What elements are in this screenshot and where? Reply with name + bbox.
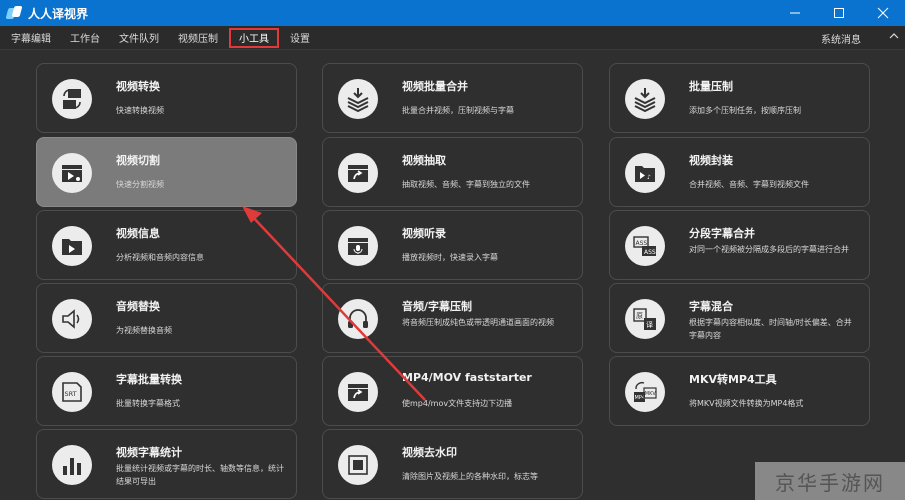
tool-title: 字幕批量转换: [116, 373, 182, 386]
tool-desc: 对同一个视频被分隔成多段后的字幕进行合并: [689, 245, 849, 254]
app-logo-icon: [5, 5, 23, 21]
tool-title: 视频抽取: [402, 154, 446, 167]
svg-text:MKV: MKV: [645, 391, 657, 397]
tool-title: 视频信息: [116, 227, 160, 240]
tool-title: 视频批量合并: [402, 80, 468, 93]
tool-title: 视频去水印: [402, 446, 457, 459]
menu-tools[interactable]: 小工具: [229, 27, 279, 48]
title-bar: 人人译视界: [0, 0, 905, 26]
tool-card-video-transcribe[interactable]: 视频听录 播放视频时，快速录入字幕: [322, 210, 583, 280]
tool-card-batch-merge[interactable]: 视频批量合并 批量合并视频，压制视频与字幕: [322, 63, 583, 133]
svg-text:SRT: SRT: [65, 390, 77, 398]
tool-desc: 将MKV视频文件转换为MP4格式: [689, 399, 804, 408]
subtitle-merge-icon: ASS ASS: [625, 226, 665, 266]
svg-text:♪: ♪: [647, 174, 651, 181]
batch-merge-icon: [338, 79, 378, 119]
subtitle-convert-icon: SRT: [52, 372, 92, 412]
window-controls: [773, 0, 905, 26]
tool-desc: 清除图片及视频上的各种水印，标志等: [402, 472, 538, 481]
maximize-button[interactable]: [817, 0, 861, 26]
tool-card-watermark-remove[interactable]: 视频去水印 清除图片及视频上的各种水印，标志等: [322, 429, 583, 499]
tool-desc: 快速转换视频: [116, 106, 164, 115]
tool-title: 分段字幕合并: [689, 227, 755, 240]
tool-card-subtitle-stats[interactable]: 视频字幕统计 批量统计视频或字幕的时长、轴数等信息，统计结果可导出: [36, 429, 297, 499]
menu-settings[interactable]: 设置: [282, 28, 318, 48]
tool-title: 视频封装: [689, 154, 733, 167]
audio-replace-icon: [52, 299, 92, 339]
chevron-up-icon[interactable]: [889, 31, 899, 44]
app-title: 人人译视界: [28, 6, 89, 21]
svg-text:原: 原: [636, 312, 643, 320]
audio-subtitle-compress-icon: [338, 299, 378, 339]
video-package-icon: ♪: [625, 153, 665, 193]
close-button[interactable]: [861, 0, 905, 26]
tool-card-video-convert[interactable]: 视频转换 快速转换视频: [36, 63, 297, 133]
tool-card-batch-compress[interactable]: 批量压制 添加多个压制任务，按顺序压制: [609, 63, 870, 133]
tool-title: 视频字幕统计: [116, 446, 182, 459]
tool-desc: 批量合并视频，压制视频与字幕: [402, 106, 514, 115]
subtitle-stats-icon: [52, 445, 92, 485]
tool-desc: 为视频替换音频: [116, 326, 172, 335]
tool-title: 视频转换: [116, 80, 160, 93]
tool-title: 视频切割: [116, 154, 160, 167]
tool-card-video-package[interactable]: ♪ 视频封装 合并视频、音频、字幕到视频文件: [609, 137, 870, 207]
minimize-button[interactable]: [773, 0, 817, 26]
batch-compress-icon: [625, 79, 665, 119]
tool-title: MP4/MOV faststarter: [402, 371, 532, 384]
tool-card-video-cut[interactable]: 视频切割 快速分割视频: [36, 137, 297, 207]
tool-title: 字幕混合: [689, 300, 733, 313]
svg-text:ASS: ASS: [644, 249, 656, 256]
video-extract-icon: [338, 153, 378, 193]
close-icon: [877, 7, 889, 19]
menu-bar: 字幕编辑 工作台 文件队列 视频压制 小工具 设置 系统消息: [0, 26, 905, 50]
tool-desc: 播放视频时，快速录入字幕: [402, 253, 498, 262]
tool-card-subtitle-merge[interactable]: ASS ASS 分段字幕合并 对同一个视频被分隔成多段后的字幕进行合并: [609, 210, 870, 280]
tool-desc: 添加多个压制任务，按顺序压制: [689, 106, 801, 115]
watermark-remove-icon: [338, 445, 378, 485]
tool-card-subtitle-mix[interactable]: 原译 字幕混合 根据字幕内容相似度、时间轴/时长偏差、合并字幕内容: [609, 283, 870, 353]
svg-text:ASS: ASS: [636, 240, 648, 247]
video-cut-icon: [52, 153, 92, 193]
minimize-icon: [790, 12, 800, 14]
faststarter-icon: [338, 372, 378, 412]
tool-card-mkv-to-mp4[interactable]: MP4 MKV MKV转MP4工具 将MKV视频文件转换为MP4格式: [609, 356, 870, 426]
tool-desc: 使mp4/mov文件支持边下边播: [402, 399, 513, 408]
tool-card-video-info[interactable]: 视频信息 分析视频和音频内容信息: [36, 210, 297, 280]
tool-card-audio-replace[interactable]: 音频替换 为视频替换音频: [36, 283, 297, 353]
watermark-text: 京华手游网: [775, 470, 885, 495]
tool-desc: 分析视频和音频内容信息: [116, 253, 204, 262]
system-message-link[interactable]: 系统消息: [821, 31, 861, 46]
tool-title: 音频替换: [116, 300, 160, 313]
tool-desc: 快速分割视频: [116, 180, 164, 189]
tool-desc: 将音频压制成纯色或带透明通道画面的视频: [402, 318, 554, 327]
tool-title: 视频听录: [402, 227, 446, 240]
tool-title: 批量压制: [689, 80, 733, 93]
video-transcribe-icon: [338, 226, 378, 266]
tool-card-audio-subtitle-compress[interactable]: 音频/字幕压制 将音频压制成纯色或带透明通道画面的视频: [322, 283, 583, 353]
tool-card-subtitle-convert[interactable]: SRT 字幕批量转换 批量转换字幕格式: [36, 356, 297, 426]
maximize-icon: [834, 8, 844, 18]
tool-desc: 抽取视频、音频、字幕到独立的文件: [402, 180, 530, 189]
tool-title: MKV转MP4工具: [689, 373, 777, 386]
site-watermark: 京华手游网: [755, 462, 905, 500]
tool-desc: 批量转换字幕格式: [116, 399, 180, 408]
mkv-to-mp4-icon: MP4 MKV: [625, 372, 665, 412]
menu-video-compress[interactable]: 视频压制: [170, 28, 226, 48]
tool-desc: 根据字幕内容相似度、时间轴/时长偏差、合并字幕内容: [689, 318, 852, 340]
tool-card-video-extract[interactable]: 视频抽取 抽取视频、音频、字幕到独立的文件: [322, 137, 583, 207]
subtitle-mix-icon: 原译: [625, 299, 665, 339]
svg-text:译: 译: [646, 321, 653, 329]
menu-subtitle-edit[interactable]: 字幕编辑: [3, 28, 59, 48]
video-info-icon: [52, 226, 92, 266]
tool-title: 音频/字幕压制: [402, 300, 473, 313]
menu-workbench[interactable]: 工作台: [62, 28, 108, 48]
video-convert-icon: [52, 79, 92, 119]
tool-desc: 合并视频、音频、字幕到视频文件: [689, 180, 809, 189]
tool-card-faststarter[interactable]: MP4/MOV faststarter 使mp4/mov文件支持边下边播: [322, 356, 583, 426]
menu-file-queue[interactable]: 文件队列: [111, 28, 167, 48]
tool-desc: 批量统计视频或字幕的时长、轴数等信息，统计结果可导出: [116, 464, 284, 486]
